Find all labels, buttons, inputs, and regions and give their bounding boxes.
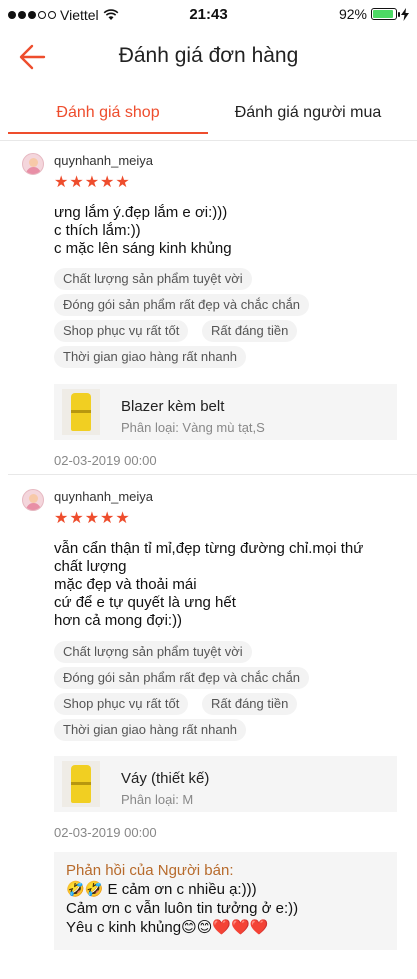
seller-reply: Phản hồi của Người bán: 🤣🤣 E cảm ơn c nh… [54, 852, 397, 950]
seller-reply-line: Yêu c kinh khủng😊😊❤️❤️❤️ [66, 919, 269, 936]
product-item[interactable]: Váy (thiết kế) Phân loại: M [54, 756, 397, 812]
seller-reply-title: Phản hồi của Người bán: [66, 862, 234, 879]
star-icon: ★ [69, 510, 84, 527]
comment-line: c thích lắm:)) [54, 222, 141, 239]
avatar [22, 489, 44, 511]
avatar [22, 153, 44, 175]
review-tag: Thời gian giao hàng rất nhanh [54, 719, 247, 741]
review-divider [8, 474, 417, 475]
star-icon: ★ [115, 174, 130, 191]
review-comment: ưng lắm ý.đẹp lắm e ơi:))) c thích lắm:)… [54, 204, 404, 258]
star-icon: ★ [54, 174, 69, 191]
star-icon: ★ [115, 510, 130, 527]
product-variant: Phân loại: Vàng mù tạt,S [121, 420, 265, 435]
comment-line: ưng lắm ý.đẹp lắm e ơi:))) [54, 204, 228, 221]
status-right: 92% [339, 6, 409, 22]
review-tag: Chất lượng sản phẩm tuyệt vời [54, 641, 252, 663]
seller-reply-line: 🤣🤣 E cảm ơn c nhiều ạ:))) [66, 881, 257, 898]
page-title: Đánh giá đơn hàng [118, 44, 299, 67]
status-bar: Viettel 21:43 92% [0, 0, 417, 30]
charging-icon [401, 7, 409, 21]
header: Đánh giá đơn hàng [0, 30, 417, 86]
tab-bar: Đánh giá shop Đánh giá người mua [0, 94, 417, 140]
product-thumbnail [62, 761, 100, 807]
comment-line: chất lượng [54, 558, 127, 575]
star-icon: ★ [69, 174, 84, 191]
tab-shop-review[interactable]: Đánh giá shop [8, 94, 208, 140]
comment-line: mặc đẹp và thoải mái [54, 576, 197, 593]
review-tag: Đóng gói sản phẩm rất đẹp và chắc chắn [54, 667, 310, 689]
comment-line: c mặc lên sáng kinh khủng [54, 240, 232, 257]
product-item[interactable]: Blazer kèm belt Phân loại: Vàng mù tạt,S [54, 384, 397, 440]
review-tag: Thời gian giao hàng rất nhanh [54, 346, 247, 368]
star-icon: ★ [100, 510, 115, 527]
review-tag: Chất lượng sản phẩm tuyệt vời [54, 268, 252, 290]
review-tag: Shop phục vụ rất tốt [54, 320, 189, 342]
battery-percent: 92% [338, 6, 367, 22]
star-icon: ★ [84, 510, 100, 527]
review-tag: Rất đáng tiền [202, 693, 298, 715]
product-variant: Phân loại: M [121, 792, 194, 807]
review-tag: Đóng gói sản phẩm rất đẹp và chắc chắn [54, 294, 310, 316]
tab-divider [0, 140, 417, 141]
comment-line: hơn cả mong đợi:)) [54, 612, 183, 629]
review-tag: Rất đáng tiền [202, 320, 298, 342]
star-icon: ★ [100, 174, 115, 191]
seller-reply-line: Cảm ơn c vẫn luôn tin tưởng ở e:)) [66, 900, 299, 917]
review-date: 02-03-2019 00:00 [54, 453, 157, 468]
product-name: Váy (thiết kế) [121, 770, 210, 787]
star-rating: ★ ★ ★ ★ ★ [54, 175, 130, 191]
product-thumbnail [62, 389, 100, 435]
comment-line: cứ để e tự quyết là ưng hết [54, 594, 236, 611]
review-username: quynhanh_meiya [54, 489, 154, 504]
star-rating: ★ ★ ★ ★ ★ [54, 511, 130, 527]
star-icon: ★ [54, 510, 69, 527]
star-icon: ★ [84, 174, 100, 191]
comment-line: vẫn cẩn thận tỉ mỉ,đẹp từng đường chỉ.mọ… [54, 540, 364, 557]
battery-icon [371, 8, 400, 20]
review-comment: vẫn cẩn thận tỉ mỉ,đẹp từng đường chỉ.mọ… [54, 540, 404, 630]
product-name: Blazer kèm belt [121, 398, 225, 415]
tab-buyer-review[interactable]: Đánh giá người mua [208, 94, 408, 140]
review-tag: Shop phục vụ rất tốt [54, 693, 189, 715]
review-date: 02-03-2019 00:00 [54, 825, 157, 840]
review-username: quynhanh_meiya [54, 153, 154, 168]
